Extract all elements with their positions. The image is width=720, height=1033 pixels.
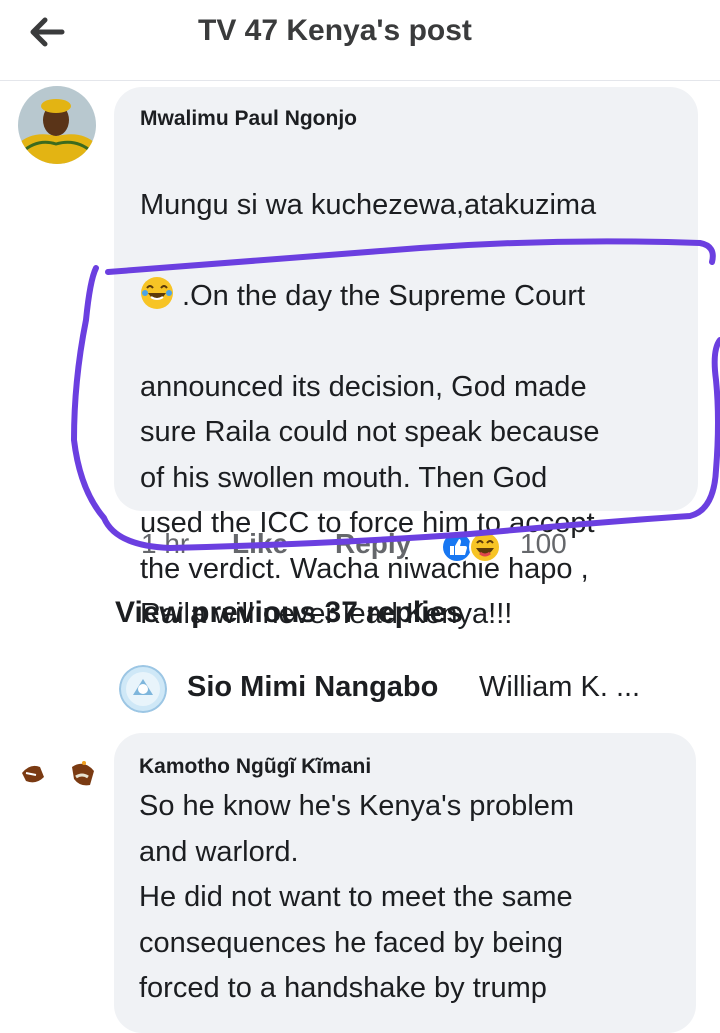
comment-text: So he know he's Kenya's problem and warl… [139,790,575,1004]
haha-reaction-icon [469,531,501,563]
post-header: TV 47 Kenya's post [0,0,720,81]
comment-author[interactable]: Kamotho Ngũgĩ Kĩmani [139,755,371,779]
back-button[interactable] [26,10,70,54]
reply-preview-text[interactable]: William K. ... [479,671,640,704]
like-reaction-icon [441,531,473,563]
avatar[interactable] [18,86,96,164]
reply-author[interactable]: Sio Mimi Nangabo [187,671,438,704]
comment-first-line: Mungu si wa kuchezewa,atakuzima [140,188,597,221]
reaction-icons[interactable] [440,530,508,564]
view-previous-replies-link[interactable]: View previous 37 replies [115,596,463,630]
comment-second-line: .On the day the Supreme Court [140,274,696,320]
comment-bubble[interactable]: Kamotho Ngũgĩ Kĩmani So he know he's Ken… [114,733,696,1033]
page-title: TV 47 Kenya's post [198,14,472,47]
comment-author[interactable]: Mwalimu Paul Ngonjo [140,107,357,131]
avatar[interactable] [14,737,98,821]
reply-avatar[interactable] [119,665,167,713]
laughing-tears-emoji [140,276,174,310]
comment-timestamp: 1 hr [141,528,190,559]
like-button[interactable]: Like [232,528,288,560]
reply-button[interactable]: Reply [335,528,411,560]
arrow-left-icon [30,17,65,47]
reaction-count: 100 [520,528,567,559]
comment-bubble[interactable]: Mwalimu Paul Ngonjo Mungu si wa kuchezew… [114,87,698,630]
